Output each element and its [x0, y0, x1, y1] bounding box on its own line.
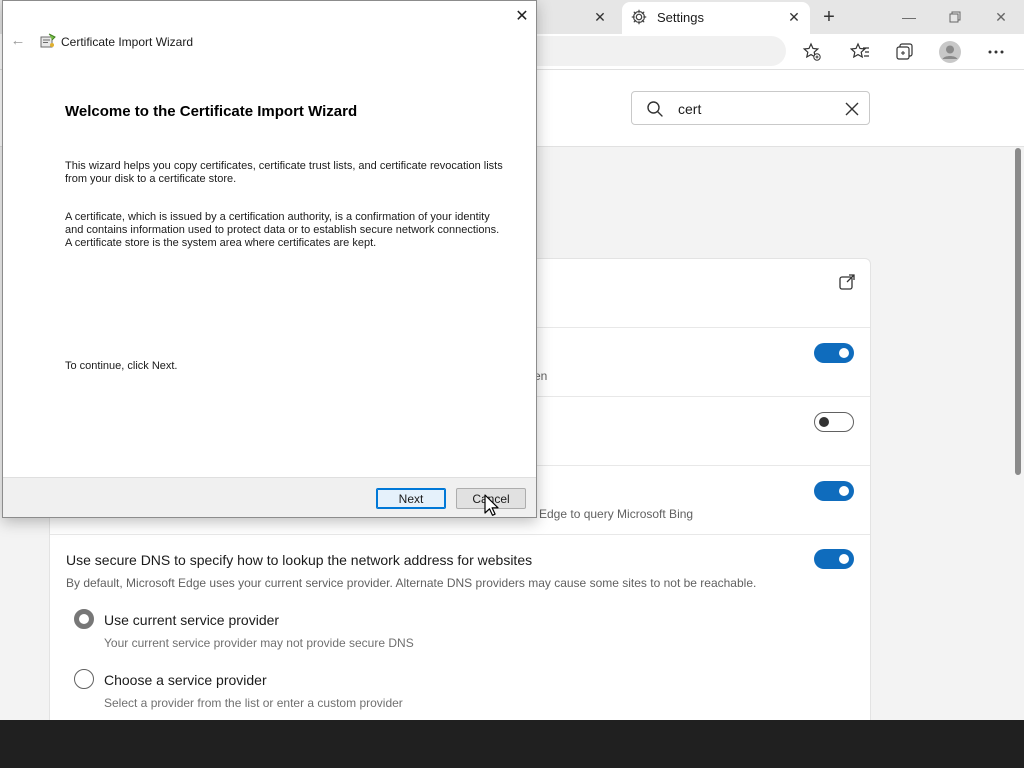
radio-choose-provider[interactable] [74, 669, 94, 689]
radio-choose-provider-desc: Select a provider from the list or enter… [104, 696, 403, 710]
next-button[interactable]: Next [376, 488, 446, 509]
tab-close-icon[interactable]: ✕ [786, 9, 802, 25]
secure-dns-title: Use secure DNS to specify how to lookup … [66, 552, 533, 568]
plus-icon[interactable]: + [818, 6, 840, 28]
restore-icon[interactable] [944, 6, 966, 28]
search-icon [647, 101, 663, 117]
tab-close-icon[interactable]: ✕ [592, 9, 608, 25]
search-value: cert [678, 101, 702, 117]
tab-title: Settings [657, 10, 704, 25]
setting-toggle-on[interactable] [814, 343, 854, 363]
minimize-icon[interactable]: — [898, 6, 920, 28]
row-divider [50, 534, 870, 535]
more-icon[interactable] [984, 40, 1008, 64]
radio-current-provider-label[interactable]: Use current service provider [104, 612, 279, 628]
setting-toggle-on[interactable] [814, 481, 854, 501]
secure-dns-description: By default, Microsoft Edge uses your cur… [66, 576, 757, 590]
settings-search-input[interactable]: cert [631, 91, 870, 125]
address-bar[interactable] [536, 36, 786, 66]
tab-settings[interactable]: Settings ✕ [622, 2, 810, 34]
external-link-icon[interactable] [838, 273, 856, 291]
page-scrollbar[interactable] [1012, 147, 1024, 720]
collections-icon[interactable] [893, 40, 917, 64]
close-icon[interactable]: ✕ [511, 5, 533, 27]
radio-current-provider[interactable] [74, 609, 94, 629]
taskbar [0, 720, 1024, 768]
scrollbar-thumb[interactable] [1015, 148, 1021, 475]
wizard-app-title: Certificate Import Wizard [61, 35, 194, 49]
row-description: Edge to query Microsoft Bing [539, 507, 694, 521]
favorites-icon[interactable] [848, 40, 872, 64]
wizard-certificate-text: A certificate, which is issued by a cert… [65, 211, 500, 249]
tab-background[interactable]: ✕ [536, 2, 616, 34]
wizard-intro-text: This wizard helps you copy certificates,… [65, 160, 503, 185]
gear-icon [631, 9, 647, 25]
wizard-continue-text: To continue, click Next. [65, 360, 178, 372]
secure-dns-toggle[interactable] [814, 549, 854, 569]
close-window-icon[interactable]: ✕ [990, 6, 1012, 28]
favorite-add-icon[interactable] [800, 40, 824, 64]
clear-search-icon[interactable] [843, 100, 861, 118]
certificate-icon [40, 33, 56, 48]
certificate-import-wizard-dialog: ✕ ← Certificate Import Wizard Welcome to… [2, 0, 537, 518]
setting-toggle-off[interactable] [814, 412, 854, 432]
mouse-cursor-icon [484, 494, 499, 516]
wizard-footer: Next Cancel [3, 477, 536, 517]
profile-icon[interactable] [938, 40, 962, 64]
back-arrow-icon: ← [10, 31, 26, 49]
radio-current-provider-desc: Your current service provider may not pr… [104, 636, 414, 650]
wizard-heading: Welcome to the Certificate Import Wizard [65, 103, 358, 120]
radio-choose-provider-label[interactable]: Choose a service provider [104, 672, 267, 688]
